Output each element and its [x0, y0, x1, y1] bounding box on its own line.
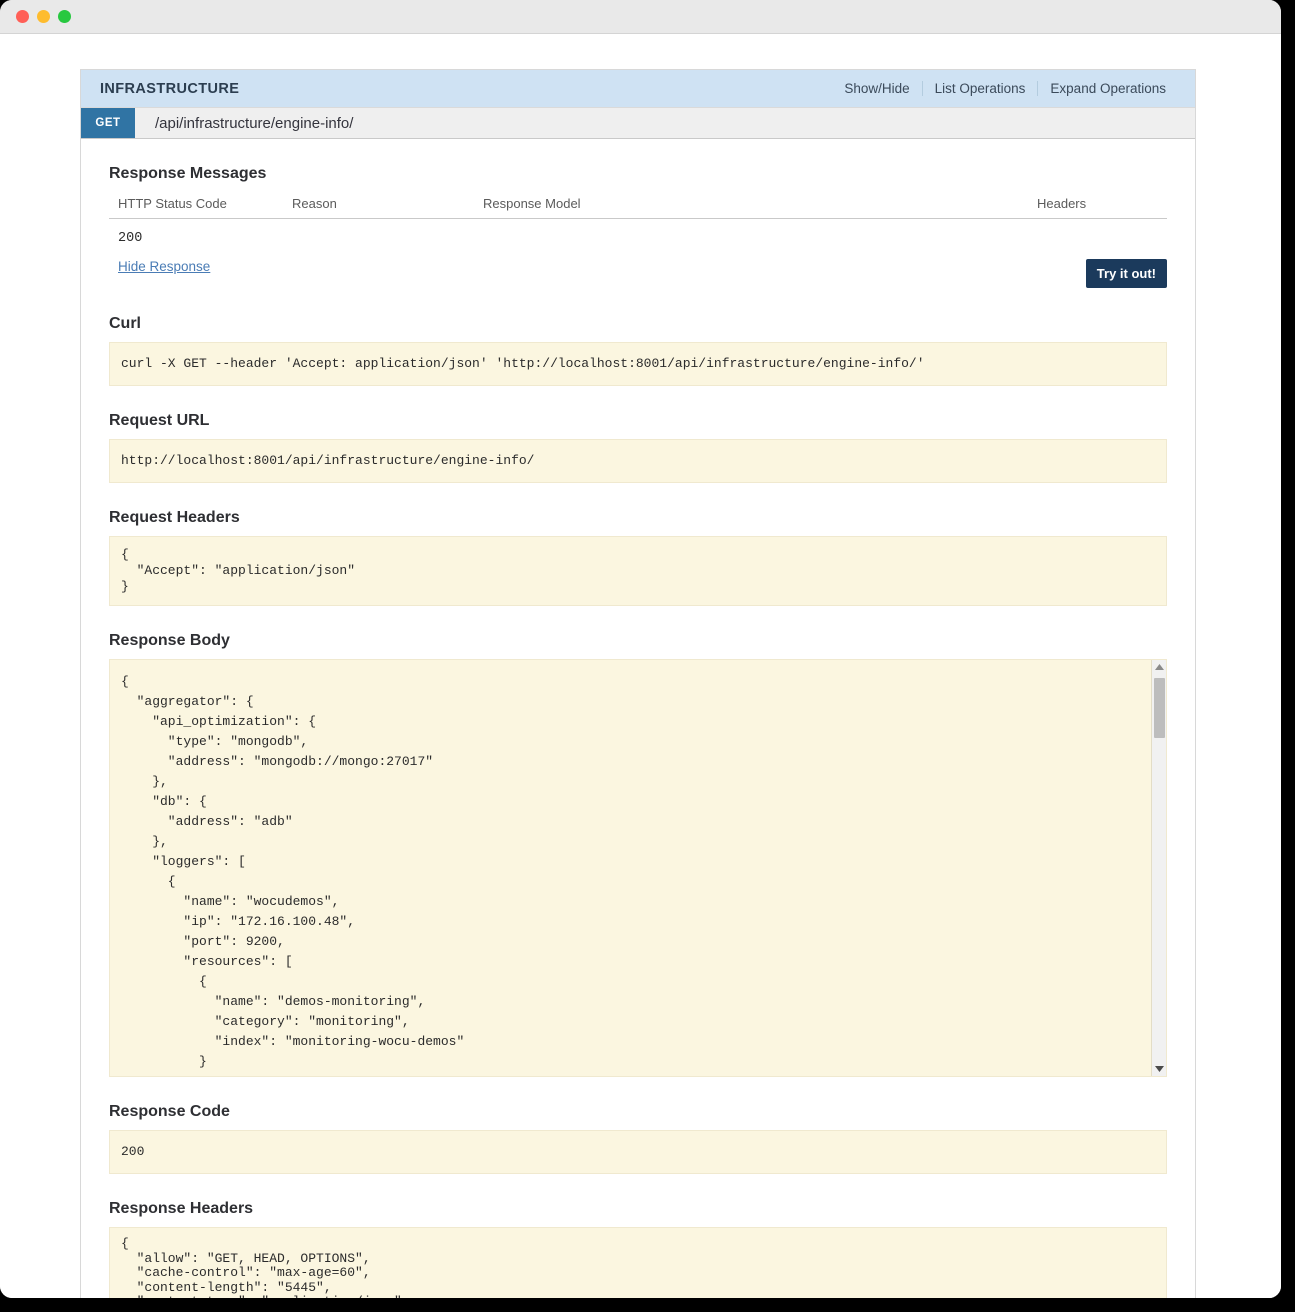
- response-toggle-row: Hide Response Try it out!: [109, 259, 1167, 289]
- request-url-heading: Request URL: [109, 412, 210, 429]
- window-minimize-button[interactable]: [37, 10, 50, 23]
- window-maximize-button[interactable]: [58, 10, 71, 23]
- response-headers-block: { "allow": "GET, HEAD, OPTIONS", "cache-…: [109, 1227, 1167, 1298]
- response-code-heading: Response Code: [109, 1103, 230, 1120]
- caret-down-icon: [1155, 1066, 1164, 1072]
- cell-http-status-code: 200: [118, 231, 143, 246]
- scroll-up-arrow-icon[interactable]: [1152, 660, 1166, 674]
- operation-row[interactable]: GET /api/infrastructure/engine-info/: [81, 107, 1195, 139]
- response-messages-heading: Response Messages: [109, 165, 267, 182]
- column-reason: Reason: [283, 192, 474, 219]
- curl-command-block: curl -X GET --header 'Accept: applicatio…: [109, 342, 1167, 386]
- caret-up-icon: [1155, 664, 1164, 670]
- swagger-page: INFRASTRUCTURE Show/Hide List Operations…: [0, 34, 1281, 1298]
- page-title: INFRASTRUCTURE: [100, 80, 240, 97]
- column-response-model: Response Model: [474, 192, 1028, 219]
- response-code-block: 200: [109, 1130, 1167, 1174]
- try-it-out-button[interactable]: Try it out!: [1085, 259, 1167, 288]
- cell-response-model: [474, 219, 1028, 256]
- resource-actions: Show/Hide List Operations Expand Operati…: [832, 81, 1178, 96]
- http-method-badge: GET: [81, 108, 135, 138]
- response-body-scroll-area[interactable]: { "aggregator": { "api_optimization": { …: [109, 659, 1167, 1077]
- table-row: 200: [109, 219, 1167, 256]
- cell-headers: [1028, 219, 1167, 256]
- response-body-scrollbar[interactable]: [1151, 660, 1166, 1076]
- column-http-status-code: HTTP Status Code: [109, 192, 283, 219]
- response-messages-table: HTTP Status Code Reason Response Model H…: [109, 192, 1167, 255]
- request-url-block: http://localhost:8001/api/infrastructure…: [109, 439, 1167, 483]
- curl-heading: Curl: [109, 315, 141, 332]
- hide-response-link[interactable]: Hide Response: [109, 259, 210, 274]
- scrollbar-thumb[interactable]: [1154, 678, 1165, 738]
- response-headers-heading: Response Headers: [109, 1200, 254, 1217]
- resource-header: INFRASTRUCTURE Show/Hide List Operations…: [81, 70, 1195, 107]
- show-hide-link[interactable]: Show/Hide: [832, 81, 921, 96]
- browser-window: INFRASTRUCTURE Show/Hide List Operations…: [0, 0, 1281, 1298]
- request-headers-block: { "Accept": "application/json" }: [109, 536, 1167, 606]
- endpoint-path: /api/infrastructure/engine-info/: [155, 114, 354, 132]
- window-close-button[interactable]: [16, 10, 29, 23]
- expand-operations-link[interactable]: Expand Operations: [1037, 81, 1178, 96]
- list-operations-link[interactable]: List Operations: [921, 81, 1038, 96]
- request-headers-heading: Request Headers: [109, 509, 240, 526]
- cell-reason: [283, 219, 474, 256]
- window-titlebar: [0, 0, 1281, 34]
- operation-content: Response Messages HTTP Status Code Reaso…: [81, 139, 1195, 1298]
- api-resource-panel: INFRASTRUCTURE Show/Hide List Operations…: [80, 69, 1196, 1298]
- table-header-row: HTTP Status Code Reason Response Model H…: [109, 192, 1167, 219]
- column-headers: Headers: [1028, 192, 1167, 219]
- response-body-json: { "aggregator": { "api_optimization": { …: [121, 674, 465, 1069]
- scroll-down-arrow-icon[interactable]: [1152, 1062, 1166, 1076]
- response-body-heading: Response Body: [109, 632, 230, 649]
